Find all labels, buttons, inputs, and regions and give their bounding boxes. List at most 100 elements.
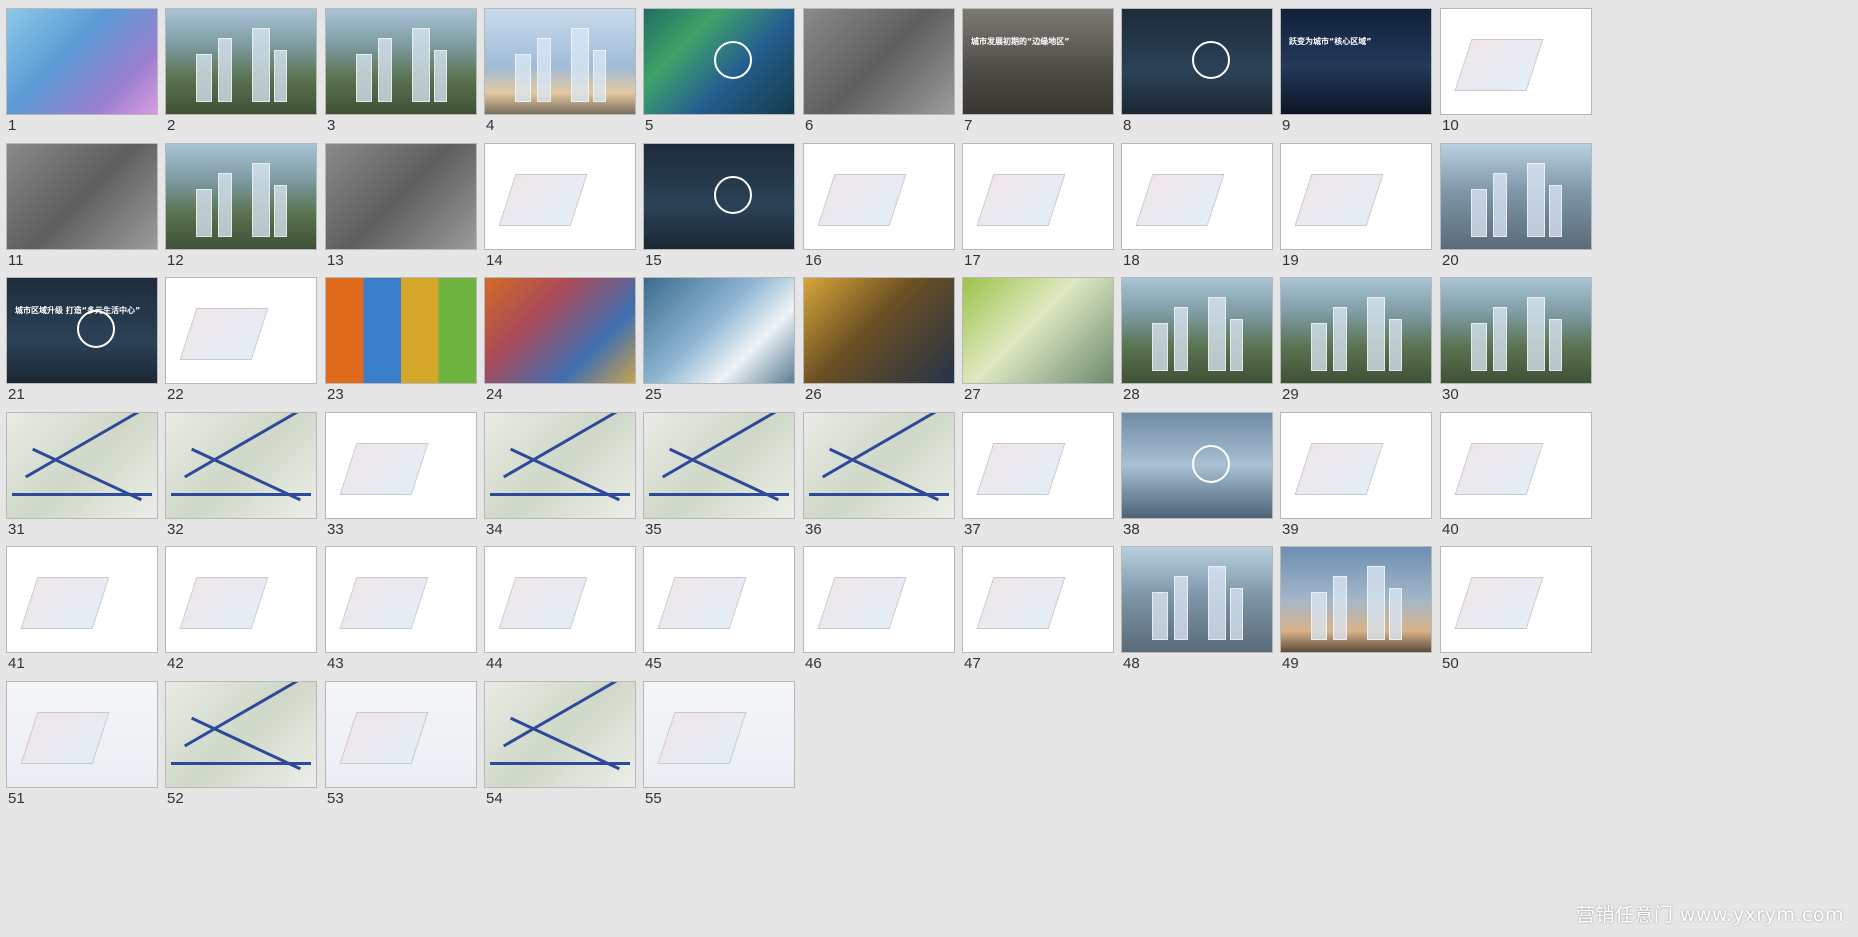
slide-thumbnail-16[interactable]: 16 — [797, 135, 957, 270]
slide-preview[interactable] — [1440, 143, 1592, 250]
slide-thumbnail-51[interactable]: 51 — [0, 673, 160, 808]
slide-preview[interactable] — [962, 412, 1114, 519]
slide-thumbnail-28[interactable]: 28 — [1115, 269, 1275, 404]
slide-thumbnail-39[interactable]: 39 — [1274, 404, 1434, 539]
slide-thumbnail-55[interactable]: 55 — [637, 673, 797, 808]
slide-preview[interactable] — [165, 681, 317, 788]
slide-thumbnail-44[interactable]: 44 — [478, 538, 638, 673]
slide-thumbnail-30[interactable]: 30 — [1434, 269, 1594, 404]
slide-thumbnail-29[interactable]: 29 — [1274, 269, 1434, 404]
slide-preview[interactable] — [325, 546, 477, 653]
slide-thumbnail-42[interactable]: 42 — [159, 538, 319, 673]
slide-preview[interactable] — [1280, 143, 1432, 250]
slide-preview[interactable] — [484, 681, 636, 788]
slide-preview[interactable] — [484, 8, 636, 115]
slide-preview[interactable] — [1121, 277, 1273, 384]
slide-thumbnail-43[interactable]: 43 — [319, 538, 479, 673]
slide-preview[interactable] — [643, 143, 795, 250]
slide-preview[interactable] — [1121, 412, 1273, 519]
slide-preview[interactable]: 城市发展初期的“边缘地区” — [962, 8, 1114, 115]
slide-thumbnail-21[interactable]: 城市区域升级 打造“多元生活中心” 21 — [0, 269, 160, 404]
slide-thumbnail-9[interactable]: 跃变为城市“核心区域” 9 — [1274, 0, 1434, 135]
slide-thumbnail-7[interactable]: 城市发展初期的“边缘地区” 7 — [956, 0, 1116, 135]
slide-preview[interactable] — [325, 277, 477, 384]
slide-thumbnail-25[interactable]: 25 — [637, 269, 797, 404]
slide-thumbnail-15[interactable]: 15 — [637, 135, 797, 270]
slide-thumbnail-23[interactable]: 23 — [319, 269, 479, 404]
slide-thumbnail-37[interactable]: 37 — [956, 404, 1116, 539]
slide-preview[interactable] — [484, 143, 636, 250]
slide-thumbnail-14[interactable]: 14 — [478, 135, 638, 270]
slide-preview[interactable] — [6, 681, 158, 788]
slide-thumbnail-47[interactable]: 47 — [956, 538, 1116, 673]
slide-preview[interactable] — [1440, 277, 1592, 384]
slide-preview[interactable]: 城市区域升级 打造“多元生活中心” — [6, 277, 158, 384]
slide-thumbnail-36[interactable]: 36 — [797, 404, 957, 539]
slide-thumbnail-4[interactable]: 4 — [478, 0, 638, 135]
slide-thumbnail-52[interactable]: 52 — [159, 673, 319, 808]
slide-thumbnail-41[interactable]: 41 — [0, 538, 160, 673]
slide-thumbnail-17[interactable]: 17 — [956, 135, 1116, 270]
slide-preview[interactable] — [325, 143, 477, 250]
slide-preview[interactable] — [803, 8, 955, 115]
slide-thumbnail-26[interactable]: 26 — [797, 269, 957, 404]
slide-preview[interactable] — [1121, 8, 1273, 115]
slide-preview[interactable] — [1280, 546, 1432, 653]
slide-preview[interactable] — [1440, 8, 1592, 115]
slide-thumbnail-46[interactable]: 46 — [797, 538, 957, 673]
slide-preview[interactable] — [803, 546, 955, 653]
slide-thumbnail-32[interactable]: 32 — [159, 404, 319, 539]
slide-thumbnail-34[interactable]: 34 — [478, 404, 638, 539]
slide-preview[interactable] — [1280, 277, 1432, 384]
slide-preview[interactable] — [484, 412, 636, 519]
slide-thumbnail-12[interactable]: 12 — [159, 135, 319, 270]
slide-thumbnail-31[interactable]: 31 — [0, 404, 160, 539]
slide-preview[interactable] — [165, 277, 317, 384]
slide-thumbnail-45[interactable]: 45 — [637, 538, 797, 673]
slide-preview[interactable] — [6, 412, 158, 519]
slide-preview[interactable] — [484, 277, 636, 384]
slide-thumbnail-54[interactable]: 54 — [478, 673, 638, 808]
slide-preview[interactable] — [165, 143, 317, 250]
slide-thumbnail-5[interactable]: 5 — [637, 0, 797, 135]
slide-thumbnail-53[interactable]: 53 — [319, 673, 479, 808]
slide-preview[interactable] — [962, 143, 1114, 250]
slide-thumbnail-35[interactable]: 35 — [637, 404, 797, 539]
slide-thumbnail-3[interactable]: 3 — [319, 0, 479, 135]
slide-thumbnail-10[interactable]: 10 — [1434, 0, 1594, 135]
slide-preview[interactable] — [165, 412, 317, 519]
slide-thumbnail-27[interactable]: 27 — [956, 269, 1116, 404]
slide-preview[interactable] — [325, 681, 477, 788]
slide-preview[interactable] — [325, 8, 477, 115]
slide-preview[interactable] — [962, 546, 1114, 653]
slide-preview[interactable] — [165, 546, 317, 653]
slide-thumbnail-24[interactable]: 24 — [478, 269, 638, 404]
slide-preview[interactable] — [643, 681, 795, 788]
slide-preview[interactable] — [643, 277, 795, 384]
slide-thumbnail-20[interactable]: 20 — [1434, 135, 1594, 270]
slide-thumbnail-13[interactable]: 13 — [319, 135, 479, 270]
slide-preview[interactable] — [803, 412, 955, 519]
slide-thumbnail-40[interactable]: 40 — [1434, 404, 1594, 539]
slide-preview[interactable] — [643, 8, 795, 115]
slide-preview[interactable] — [1121, 546, 1273, 653]
slide-thumbnail-11[interactable]: 11 — [0, 135, 160, 270]
slide-preview[interactable] — [325, 412, 477, 519]
slide-preview[interactable] — [6, 8, 158, 115]
slide-thumbnail-18[interactable]: 18 — [1115, 135, 1275, 270]
slide-preview[interactable] — [484, 546, 636, 653]
slide-thumbnail-22[interactable]: 22 — [159, 269, 319, 404]
slide-preview[interactable] — [643, 412, 795, 519]
slide-preview[interactable] — [1280, 412, 1432, 519]
slide-thumbnail-2[interactable]: 2 — [159, 0, 319, 135]
slide-preview[interactable] — [6, 143, 158, 250]
slide-preview[interactable] — [803, 143, 955, 250]
slide-preview[interactable] — [1121, 143, 1273, 250]
slide-thumbnail-49[interactable]: 49 — [1274, 538, 1434, 673]
slide-preview[interactable] — [643, 546, 795, 653]
slide-preview[interactable] — [1440, 546, 1592, 653]
slide-preview[interactable] — [1440, 412, 1592, 519]
slide-thumbnail-1[interactable]: 1 — [0, 0, 160, 135]
slide-thumbnail-33[interactable]: 33 — [319, 404, 479, 539]
slide-thumbnail-50[interactable]: 50 — [1434, 538, 1594, 673]
